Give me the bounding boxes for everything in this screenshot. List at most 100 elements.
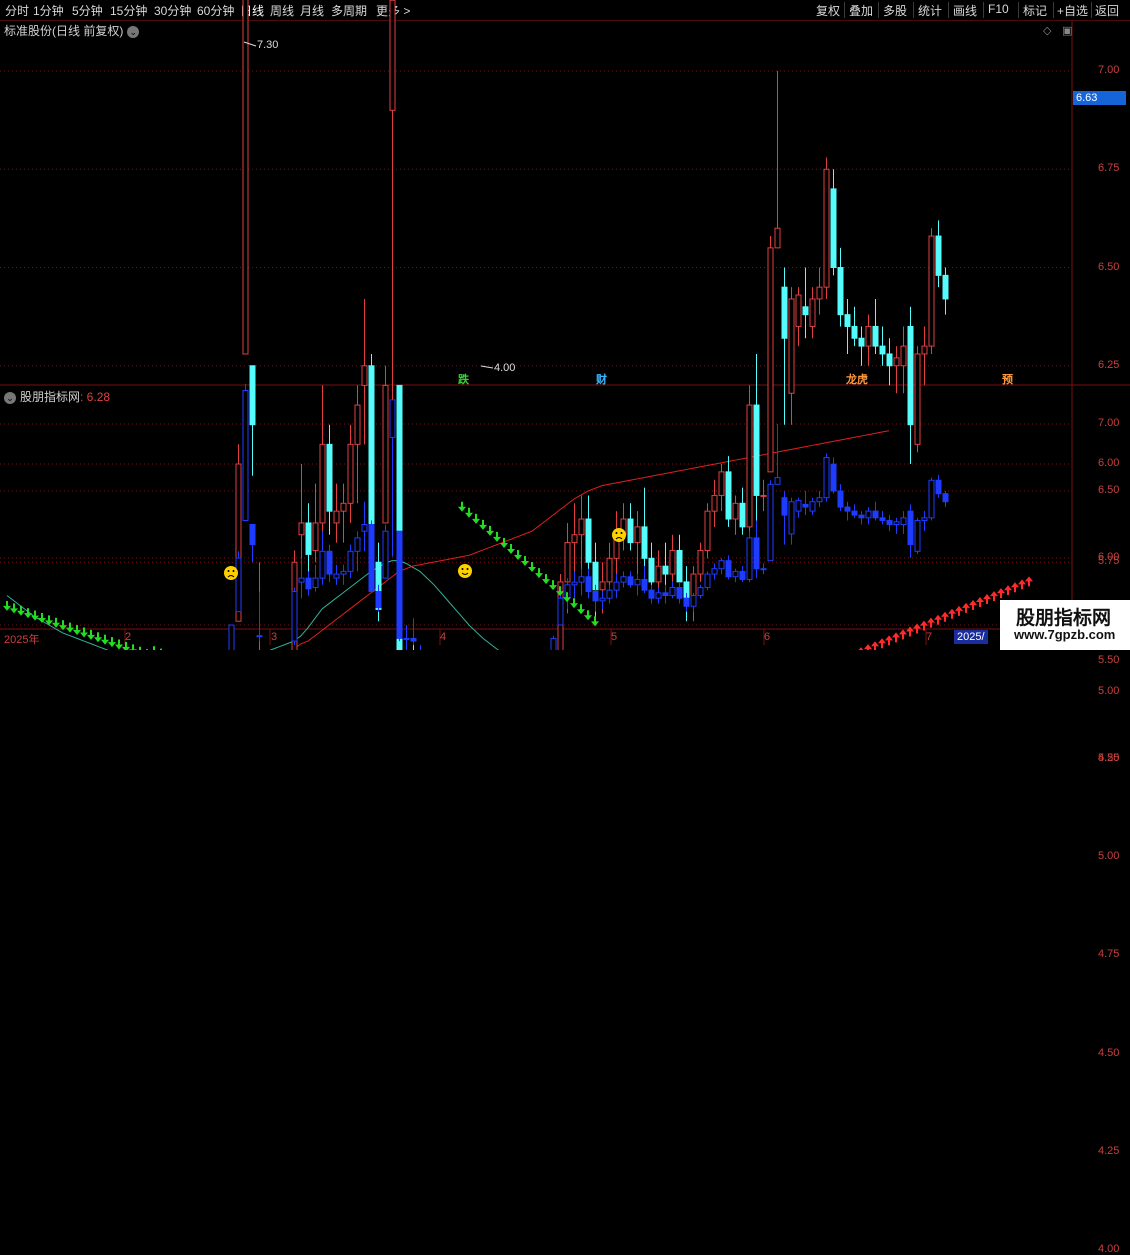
- arrow-head: [899, 629, 907, 635]
- ind-candle: [669, 582, 676, 599]
- sell-arrow-icon: [73, 625, 81, 636]
- y-tick-label: 6.00: [1098, 457, 1120, 469]
- price-chart[interactable]: [0, 0, 1130, 650]
- ind-candle: [578, 568, 585, 596]
- candle-body: [249, 365, 256, 426]
- ind-candle-body: [760, 568, 767, 571]
- ind-candle: [865, 507, 872, 525]
- candle-body: [312, 522, 319, 551]
- candle: [739, 487, 746, 535]
- sell-arrow-icon: [479, 519, 487, 530]
- arrow-head: [983, 594, 991, 600]
- ind-candle-body: [242, 390, 249, 521]
- ind-candle-body: [858, 514, 865, 519]
- candle-body: [662, 565, 669, 575]
- candle: [907, 306, 914, 464]
- sell-arrow-icon: [10, 603, 18, 614]
- arrow-head: [864, 644, 872, 650]
- sell-arrow-icon: [472, 513, 480, 524]
- ind-candle-body: [935, 479, 942, 495]
- ind-candle: [830, 457, 837, 494]
- candle: [718, 464, 725, 512]
- ind-candle: [648, 584, 655, 604]
- candle: [823, 157, 830, 299]
- ind-candle: [774, 424, 781, 485]
- candle-body: [732, 502, 739, 520]
- ind-candle: [410, 618, 417, 646]
- sell-arrow-icon: [570, 598, 578, 609]
- candle: [340, 483, 347, 543]
- sell-arrow-icon: [584, 610, 592, 621]
- candle-body: [627, 518, 634, 544]
- sell-arrow-icon: [115, 639, 123, 650]
- candle: [354, 385, 361, 504]
- ind-candle-body: [627, 576, 634, 586]
- y-tick-label: 5.00: [1098, 850, 1120, 862]
- ind-candle-body: [802, 503, 809, 508]
- arrow-head: [10, 608, 18, 614]
- buy-arrow-icon: [934, 614, 942, 625]
- candle: [928, 228, 935, 354]
- ind-candle-body: [354, 537, 361, 552]
- ind-candle-body: [823, 457, 830, 499]
- candle-body: [879, 345, 886, 355]
- candle-body: [865, 325, 872, 347]
- buy-arrow-icon: [1018, 579, 1026, 590]
- event-forecast-marker[interactable]: 预: [1002, 371, 1013, 387]
- arrow-head: [1025, 576, 1033, 582]
- arrow-head: [521, 561, 529, 567]
- candle: [851, 306, 858, 347]
- ind-candle: [312, 564, 319, 592]
- candle-body: [718, 471, 725, 496]
- ind-candle: [900, 511, 907, 534]
- sad-face-icon: [612, 528, 626, 542]
- candle-body: [606, 557, 613, 583]
- ind-candle: [921, 511, 928, 532]
- signal-arrows: [3, 501, 1033, 650]
- ind-candle-body: [249, 524, 256, 546]
- candle: [858, 326, 865, 366]
- candle-body: [893, 357, 900, 367]
- current-price-tag: 6.63: [1073, 91, 1126, 105]
- sell-arrow-icon: [500, 537, 508, 548]
- ind-candle: [571, 571, 578, 599]
- sell-arrow-icon: [542, 574, 550, 585]
- ind-candle-body: [592, 591, 599, 602]
- ind-candle: [767, 480, 774, 562]
- y-tick-label: 6.00: [1098, 551, 1120, 563]
- y-tick-label: 5.50: [1098, 653, 1120, 666]
- candle: [914, 346, 921, 453]
- candle: [844, 298, 851, 354]
- y-tick-label: 6.25: [1098, 358, 1120, 371]
- x-label-may: 5: [611, 631, 618, 643]
- arrow-head: [934, 614, 942, 620]
- buy-arrow-icon: [990, 591, 998, 602]
- candle-body: [886, 353, 893, 367]
- ind-candle: [634, 574, 641, 596]
- candle-body: [774, 227, 781, 249]
- candle: [347, 424, 354, 523]
- ind-candle-body: [326, 550, 333, 575]
- candle-body: [746, 404, 753, 528]
- event-dragon-tiger-marker[interactable]: 龙虎: [846, 371, 868, 387]
- buy-arrow-icon: [948, 608, 956, 619]
- sell-arrow-icon: [17, 605, 25, 616]
- ind-candle: [851, 504, 858, 518]
- candle: [333, 483, 340, 543]
- event-finance-marker[interactable]: 财: [596, 371, 607, 387]
- candle: [893, 346, 900, 394]
- candle-body: [354, 404, 361, 445]
- ind-candle-body: [907, 510, 914, 546]
- ind-candle-body: [921, 517, 928, 521]
- candle-body: [935, 235, 942, 276]
- ind-candle: [333, 564, 340, 585]
- ind-candle-body: [340, 570, 347, 575]
- buy-arrow-icon: [885, 635, 893, 646]
- ind-candle-body: [606, 589, 613, 599]
- event-fall-marker[interactable]: 跌: [458, 371, 469, 387]
- ind-candle: [697, 584, 704, 599]
- ind-candle: [655, 587, 662, 604]
- ind-candle: [914, 517, 921, 554]
- ind-candle: [858, 511, 865, 525]
- ind-candle: [739, 566, 746, 583]
